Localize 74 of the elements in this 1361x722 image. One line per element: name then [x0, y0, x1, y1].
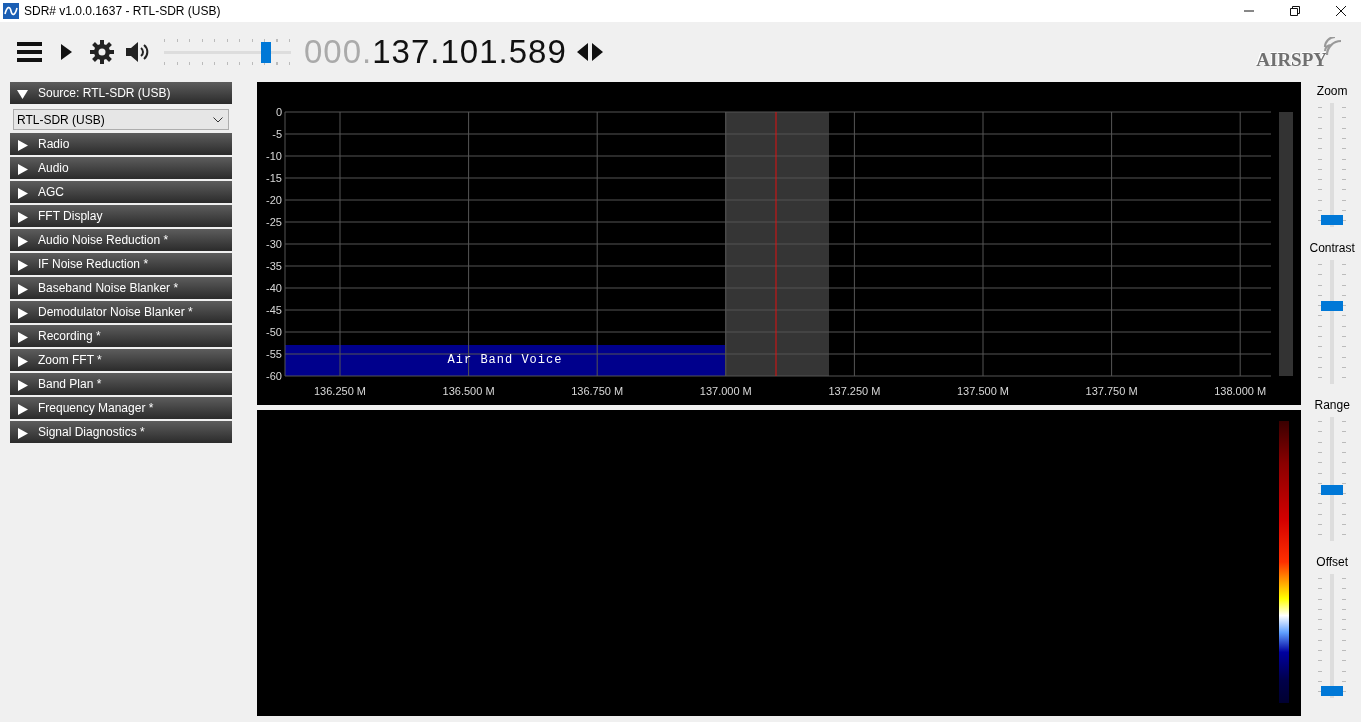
- panel-header[interactable]: Audio Noise Reduction *: [10, 229, 233, 251]
- axis-label: -55: [266, 348, 283, 360]
- panel-header[interactable]: AGC: [10, 181, 233, 203]
- panel-title: Signal Diagnostics *: [38, 425, 145, 439]
- panel-title: AGC: [38, 185, 64, 199]
- slider-label: Range: [1314, 398, 1350, 414]
- axis-label: -15: [266, 172, 283, 184]
- axis-label: 136.500 M: [443, 385, 495, 397]
- frequency-display[interactable]: 137.101.589: [372, 33, 567, 71]
- axis-label: -20: [266, 194, 283, 206]
- panel-title: Audio: [38, 161, 69, 175]
- source-panel-header[interactable]: Source: RTL-SDR (USB): [10, 82, 233, 104]
- device-dropdown[interactable]: RTL-SDR (USB): [13, 109, 230, 130]
- axis-label: -40: [266, 282, 283, 294]
- slider-label: Offset: [1316, 555, 1349, 571]
- panel-header[interactable]: Demodulator Noise Blanker *: [10, 301, 233, 323]
- slider-thumb[interactable]: [1321, 685, 1344, 696]
- axis-label: -60: [266, 370, 283, 382]
- axis-label: 0: [276, 106, 283, 118]
- panel-header[interactable]: FFT Display: [10, 205, 233, 227]
- axis-label: 138.000 M: [1214, 385, 1267, 397]
- panel-title: Source: RTL-SDR (USB): [38, 86, 171, 100]
- panel-title: Demodulator Noise Blanker *: [38, 305, 193, 319]
- axis-label: 136.750 M: [571, 385, 624, 397]
- slider-label: Zoom: [1316, 84, 1348, 100]
- panel-header[interactable]: Radio: [10, 133, 233, 155]
- settings-icon[interactable]: [90, 40, 114, 64]
- axis-label: -50: [266, 326, 283, 338]
- panel-header[interactable]: Signal Diagnostics *: [10, 421, 233, 443]
- tuning-arrows-icon[interactable]: [576, 43, 603, 61]
- app-icon: [3, 3, 19, 19]
- panel-title: Baseband Noise Blanker *: [38, 281, 179, 295]
- axis-label: 137.500 M: [957, 385, 1010, 397]
- speaker-icon[interactable]: [125, 40, 151, 64]
- axis-label: -30: [266, 238, 283, 250]
- panel-header[interactable]: Zoom FFT *: [10, 349, 233, 371]
- axis-label: -45: [266, 304, 283, 316]
- logo-text: AIRSPY: [1256, 49, 1327, 71]
- panel-title: FFT Display: [38, 209, 103, 223]
- play-icon[interactable]: [61, 44, 72, 60]
- volume-thumb[interactable]: [261, 42, 272, 63]
- slider-thumb[interactable]: [1321, 214, 1344, 225]
- axis-label: -10: [266, 150, 283, 162]
- panel-title: Band Plan *: [38, 377, 102, 391]
- slider-thumb[interactable]: [1321, 485, 1344, 496]
- slider-thumb[interactable]: [1321, 301, 1344, 312]
- panel-header[interactable]: Audio: [10, 157, 233, 179]
- panel-header[interactable]: Band Plan *: [10, 373, 233, 395]
- panel-title: Recording *: [38, 329, 101, 343]
- axis-label: -5: [272, 128, 283, 140]
- panel-title: Frequency Manager *: [38, 401, 154, 415]
- panel-title: Radio: [38, 137, 70, 151]
- restore-icon[interactable]: [1289, 5, 1301, 17]
- slider-label: Contrast: [1309, 241, 1355, 257]
- axis-label: 137.000 M: [700, 385, 753, 397]
- spectrum-panel[interactable]: Air Band Voice 0 -5 -10 -15 -20 -25 -30 -35 -40 -45 -50 -55 -60 136.250 M 136.500 M 136.750 M 137.000 M 137.250 M 137.500 M 137.750 M 138.000 M: [257, 82, 1302, 405]
- axis-label: 136.250 M: [314, 385, 367, 397]
- panel-header[interactable]: Baseband Noise Blanker *: [10, 277, 233, 299]
- close-icon[interactable]: [1335, 5, 1347, 17]
- menu-icon[interactable]: [17, 42, 42, 62]
- axis-label: 137.250 M: [828, 385, 881, 397]
- panel-header[interactable]: Recording *: [10, 325, 233, 347]
- band-label: Air Band Voice: [448, 353, 563, 367]
- panel-header[interactable]: Frequency Manager *: [10, 397, 233, 419]
- frequency-prefix: 000.: [304, 33, 373, 71]
- axis-label: -35: [266, 260, 283, 272]
- panel-title: IF Noise Reduction *: [38, 257, 149, 271]
- panel-title: Audio Noise Reduction *: [38, 233, 169, 247]
- chevron-down-icon: [213, 116, 224, 123]
- panel-header[interactable]: IF Noise Reduction *: [10, 253, 233, 275]
- axis-label: -25: [266, 216, 283, 228]
- axis-label: 137.750 M: [1086, 385, 1138, 397]
- panel-title: Zoom FFT *: [38, 353, 102, 367]
- window-title: SDR# v1.0.0.1637 - RTL-SDR (USB): [24, 4, 221, 18]
